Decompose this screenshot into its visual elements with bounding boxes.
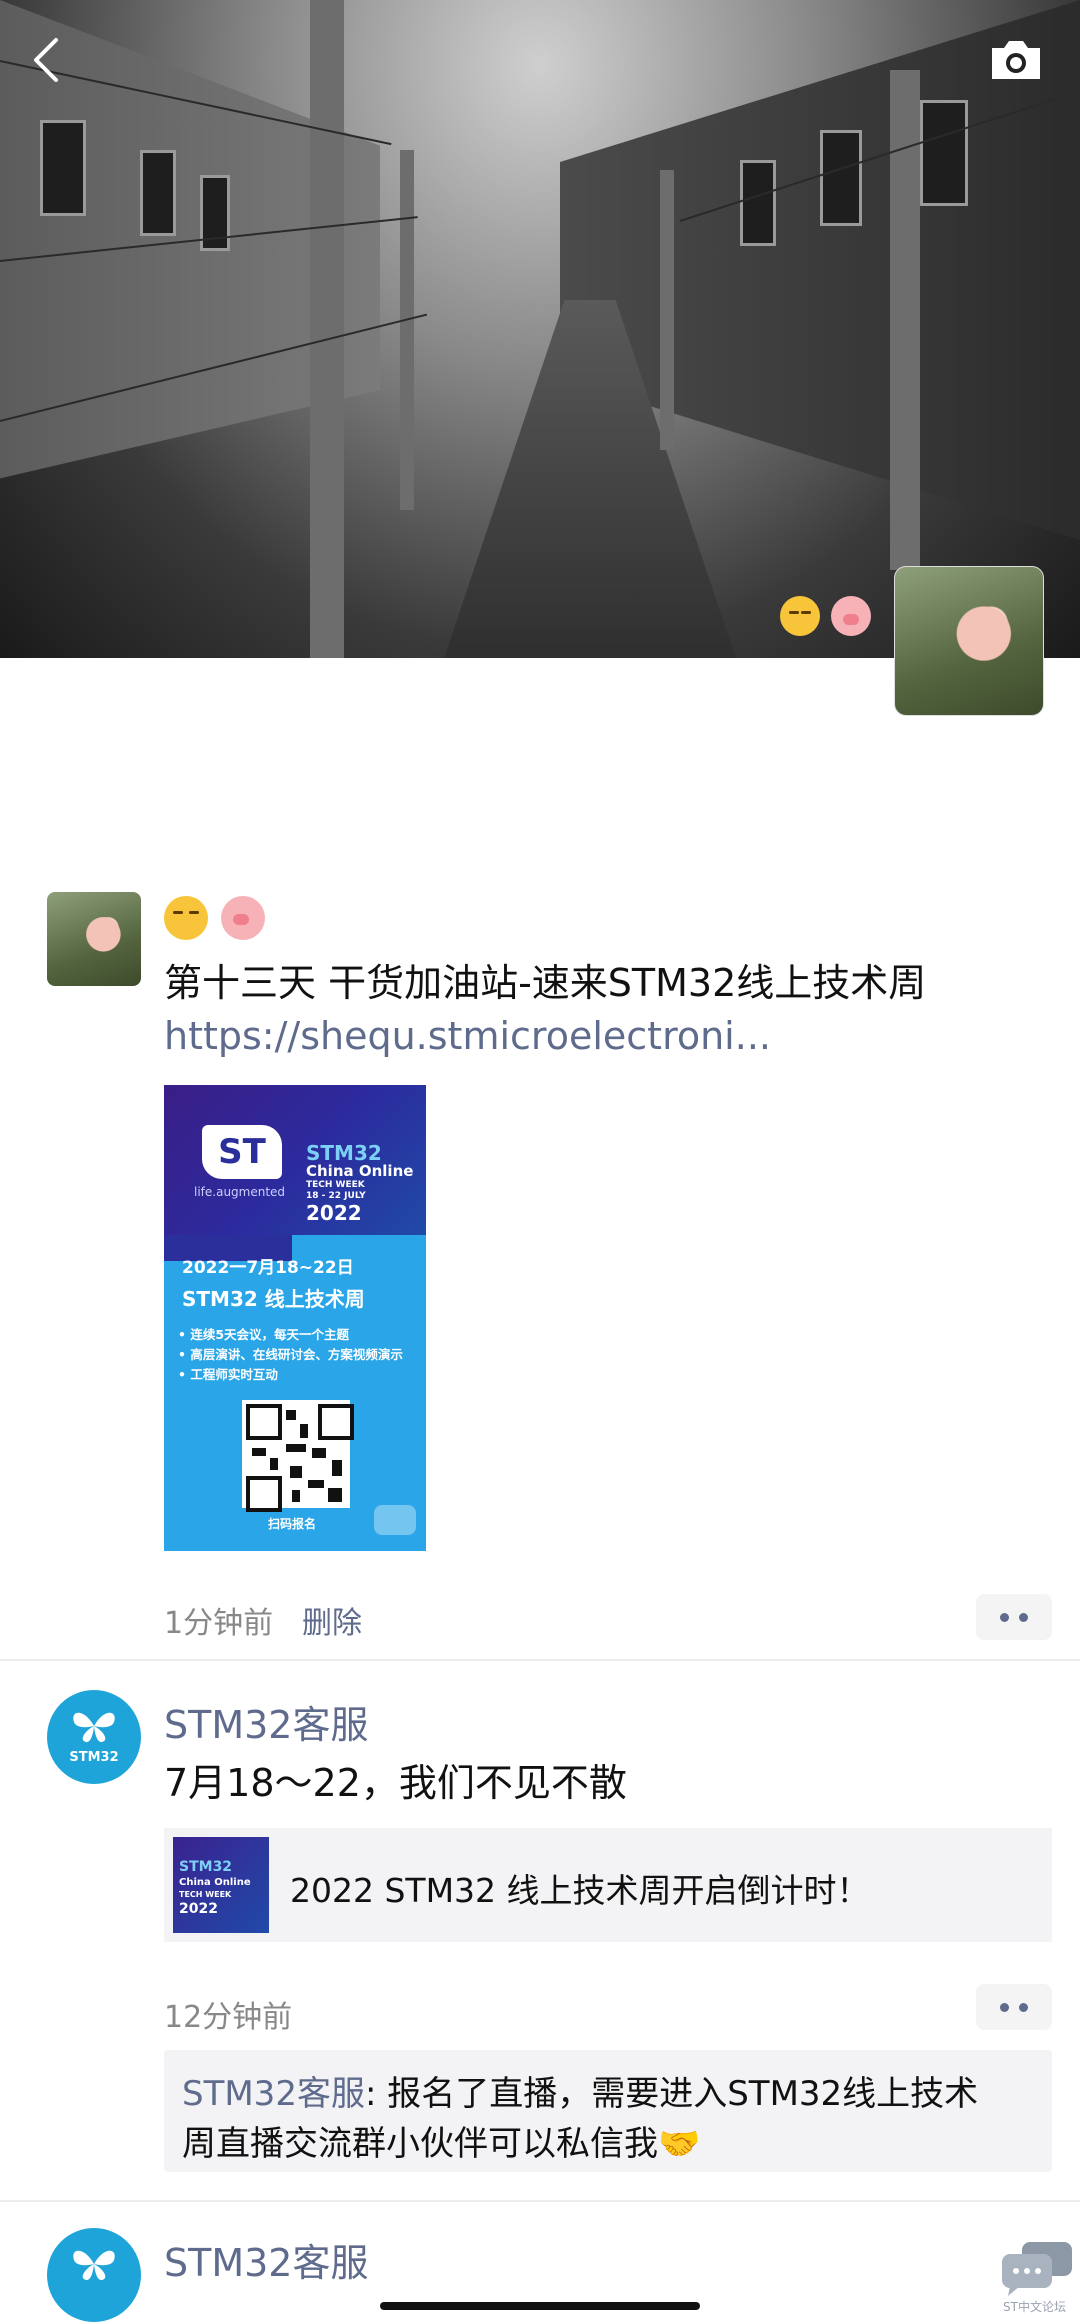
post-time: 1分钟前 [164,1606,274,1641]
cover-photo[interactable] [0,0,1080,658]
poster-tagline: life.augmented [194,1185,286,1199]
butterfly-icon [73,1712,115,1743]
cover-window [920,100,968,206]
moment-text: 7月18～22，我们不见不散 [164,1761,627,1805]
more-actions-button[interactable] [976,1594,1052,1640]
poster-name: STM32 线上技术周 [182,1287,365,1311]
post-text: 第十三天 干货加油站-速来STM32线上技术周 [164,961,927,1005]
cover-window [740,160,776,246]
post-image[interactable]: ST life.augmented STM32 China Online TEC… [164,1085,426,1551]
sleepy-face-icon [780,596,820,636]
butterfly-icon [73,2250,115,2281]
stm32-avatar[interactable] [47,2228,141,2322]
avatar-label: STM32 [69,1750,119,1765]
cover-pole [660,170,674,450]
divider [0,1659,1080,1661]
camera-button[interactable] [988,38,1044,82]
chevron-left-icon [34,38,58,82]
cover-window [820,130,862,226]
divider [0,2200,1080,2202]
share-title: 2022 STM32 线上技术周开启倒计时！ [290,1871,870,1910]
more-actions-button[interactable] [976,1984,1052,2030]
cover-window [140,150,176,236]
watermark-text: ST中文论坛 [1003,2300,1066,2314]
comment-section: STM32客服: 报名了直播，需要进入STM32线上技术 周直播交流群小伙伴可以… [164,2050,1052,2172]
cover-pole [400,150,414,510]
moment-time: 12分钟前 [164,2000,293,2035]
poster-scan-label: 扫码报名 [268,1517,317,1531]
delete-button[interactable]: 删除 [302,1598,362,1642]
st-logo: ST [202,1125,282,1179]
cover-reaction-emojis [780,596,872,636]
pig-face-icon [221,896,266,940]
share-thumbnail: STM32 China Online TECH WEEK 2022 [173,1837,269,1933]
comment-continuation: 周直播交流群小伙伴可以私信我🤝 [182,2124,701,2164]
cover-pole [310,0,344,658]
poster-date: 2022一7月18~22日 [182,1258,354,1278]
qr-code [242,1400,354,1512]
post-author-avatar[interactable] [47,892,141,986]
chat-bubble-icon [374,1505,416,1535]
poster-bullets: • 连续5天会议，每天一个主题 • 高层演讲、在线研讨会、方案视频演示 • 工程… [178,1327,403,1382]
poster-event: China Online TECH WEEK 18 - 22 JULY 2022 [306,1162,414,1225]
post-emojis [164,896,266,940]
forum-watermark-icon [1002,2242,1072,2296]
home-indicator[interactable] [380,2302,700,2310]
author-name[interactable]: STM32客服 [164,1694,368,1749]
comment-author[interactable]: STM32客服 [182,2074,365,2114]
comment[interactable]: STM32客服: 报名了直播，需要进入STM32线上技术 [182,2066,978,2115]
back-button[interactable] [26,34,66,86]
author-name[interactable]: STM32客服 [164,2232,368,2287]
camera-icon [992,41,1040,79]
stm32-avatar[interactable]: STM32 [47,1690,141,1784]
pig-face-icon [831,596,872,636]
profile-avatar[interactable] [894,566,1044,716]
shared-link-card[interactable]: STM32 China Online TECH WEEK 2022 2022 S… [164,1828,1052,1942]
sleepy-face-icon [164,896,208,940]
post-link[interactable]: https://shequ.stmicroelectroni... [164,1014,771,1058]
cover-window [40,120,86,216]
